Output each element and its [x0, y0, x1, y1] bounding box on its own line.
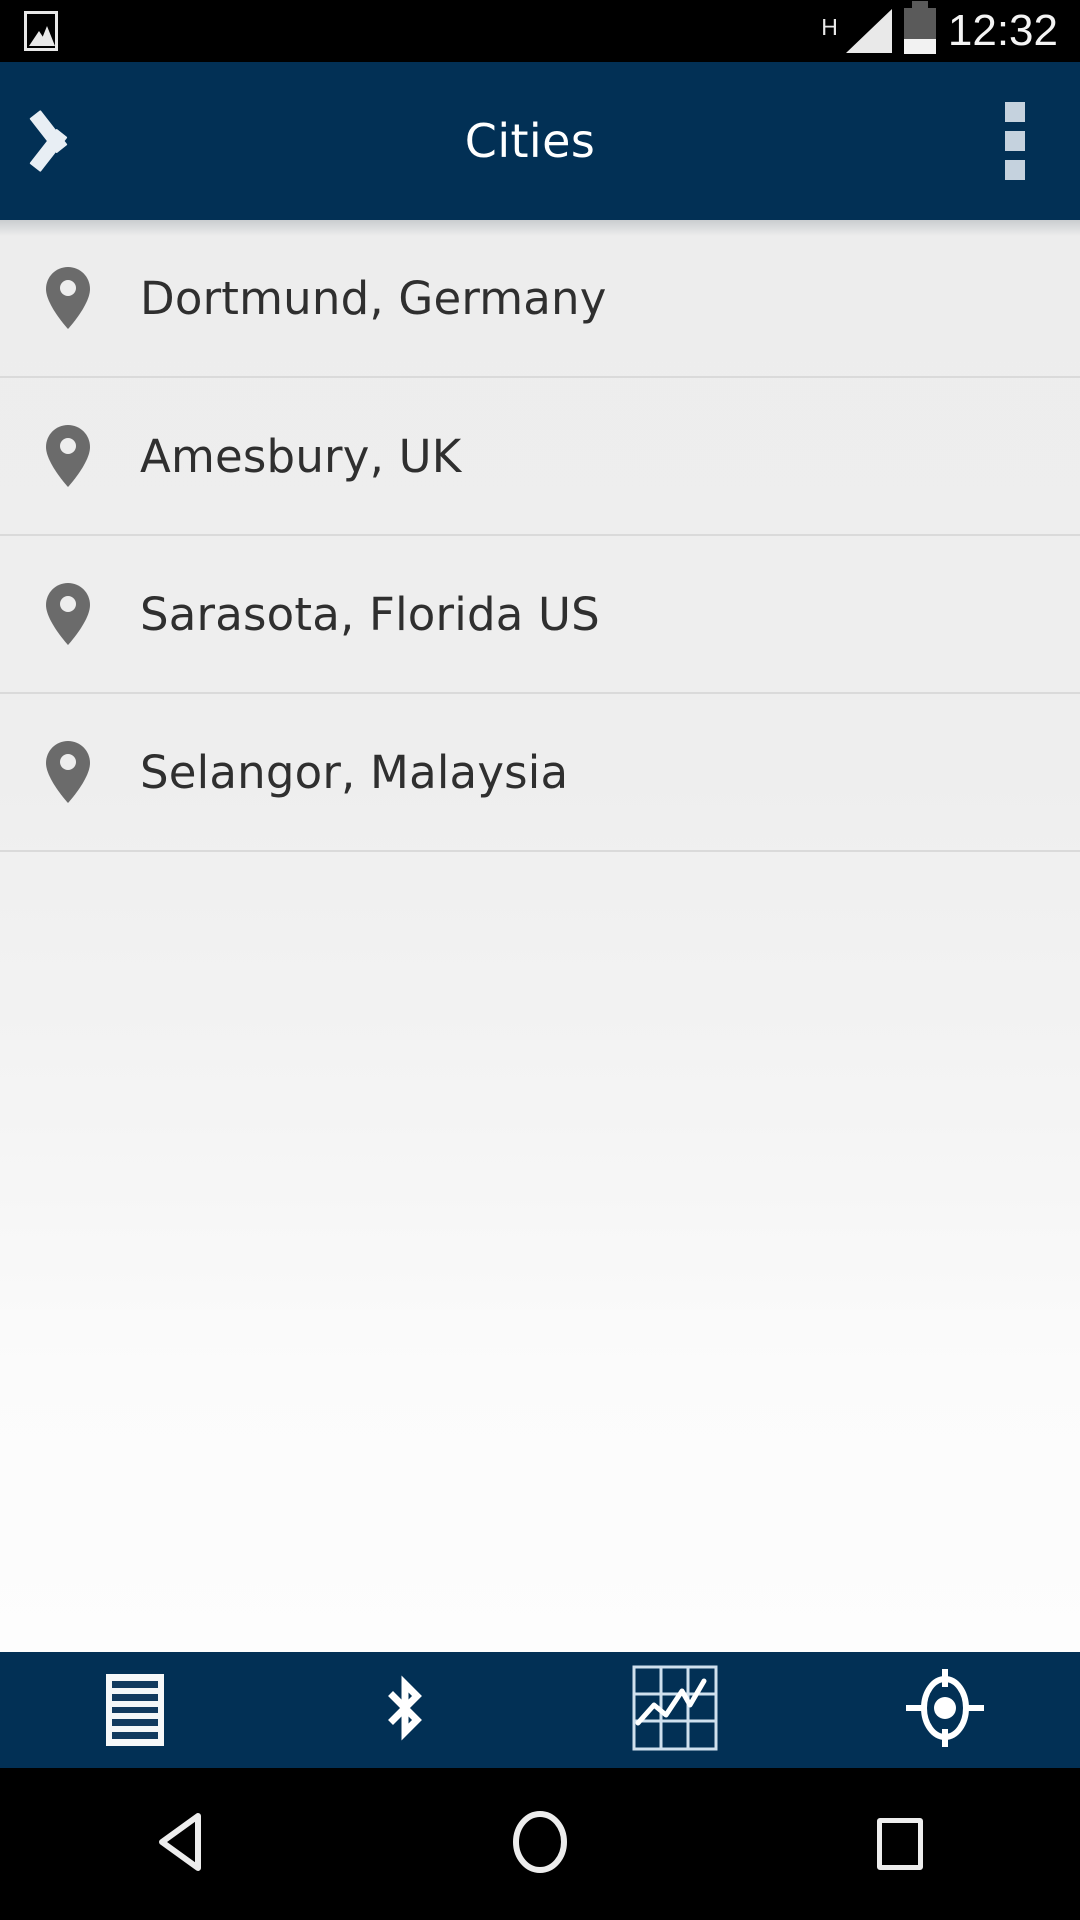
list-item-label: Amesbury, UK	[140, 429, 462, 483]
tab-chart[interactable]	[540, 1652, 810, 1768]
android-home-icon	[508, 1810, 572, 1878]
doc-line	[112, 1719, 158, 1727]
status-bar-right: H 12:32	[821, 1, 1080, 56]
list-document-icon	[106, 1674, 164, 1746]
status-bar: H 12:32	[0, 0, 1080, 62]
bottom-tab-bar	[0, 1652, 1080, 1768]
network-type-label: H	[821, 14, 838, 40]
back-chevron-icon	[47, 103, 93, 179]
map-pin-icon	[46, 425, 90, 487]
android-navigation-bar	[0, 1768, 1080, 1920]
overflow-menu-icon-dot3	[1005, 160, 1025, 180]
battery-icon	[903, 1, 936, 54]
android-recents-icon	[877, 1818, 923, 1870]
list-item-label: Selangor, Malaysia	[140, 745, 569, 799]
list-item[interactable]: Dortmund, Germany	[0, 220, 1080, 378]
list-item-label: Sarasota, Florida US	[140, 587, 600, 641]
list-item[interactable]: Amesbury, UK	[0, 378, 1080, 536]
tab-bluetooth[interactable]	[270, 1652, 540, 1768]
android-back-icon	[150, 1810, 210, 1878]
android-recents-button[interactable]	[720, 1768, 1080, 1920]
map-pin-icon	[46, 267, 90, 329]
page-title: Cities	[464, 114, 596, 168]
list-item-label: Dortmund, Germany	[140, 271, 607, 325]
tab-list[interactable]	[0, 1652, 270, 1768]
phone-screen: H 12:32 Cities Dortmund, Germany Amesbur…	[0, 0, 1080, 1920]
android-home-button[interactable]	[360, 1768, 720, 1920]
cities-list: Dortmund, Germany Amesbury, UK Sarasota,…	[0, 220, 1080, 852]
overflow-menu-button[interactable]	[950, 62, 1080, 220]
doc-line	[112, 1693, 158, 1701]
list-item[interactable]: Sarasota, Florida US	[0, 536, 1080, 694]
content-area: Dortmund, Germany Amesbury, UK Sarasota,…	[0, 220, 1080, 1652]
tab-location[interactable]	[810, 1652, 1080, 1768]
overflow-menu-icon	[1005, 102, 1025, 122]
photo-icon	[24, 11, 58, 51]
overflow-menu-icon-dot2	[1005, 131, 1025, 151]
android-back-button[interactable]	[0, 1768, 360, 1920]
doc-line	[112, 1732, 158, 1739]
doc-line	[112, 1706, 158, 1714]
doc-line	[112, 1681, 158, 1688]
status-bar-clock: 12:32	[947, 6, 1058, 55]
map-pin-icon	[46, 741, 90, 803]
signal-triangle-icon	[845, 9, 892, 53]
chart-graph-icon	[632, 1665, 718, 1755]
list-item[interactable]: Selangor, Malaysia	[0, 694, 1080, 852]
app-bar: Cities	[0, 62, 1080, 220]
status-bar-left	[0, 11, 58, 51]
bluetooth-icon	[377, 1666, 433, 1754]
map-pin-icon	[46, 583, 90, 645]
gps-target-icon	[902, 1665, 988, 1755]
battery-fill	[903, 39, 936, 54]
